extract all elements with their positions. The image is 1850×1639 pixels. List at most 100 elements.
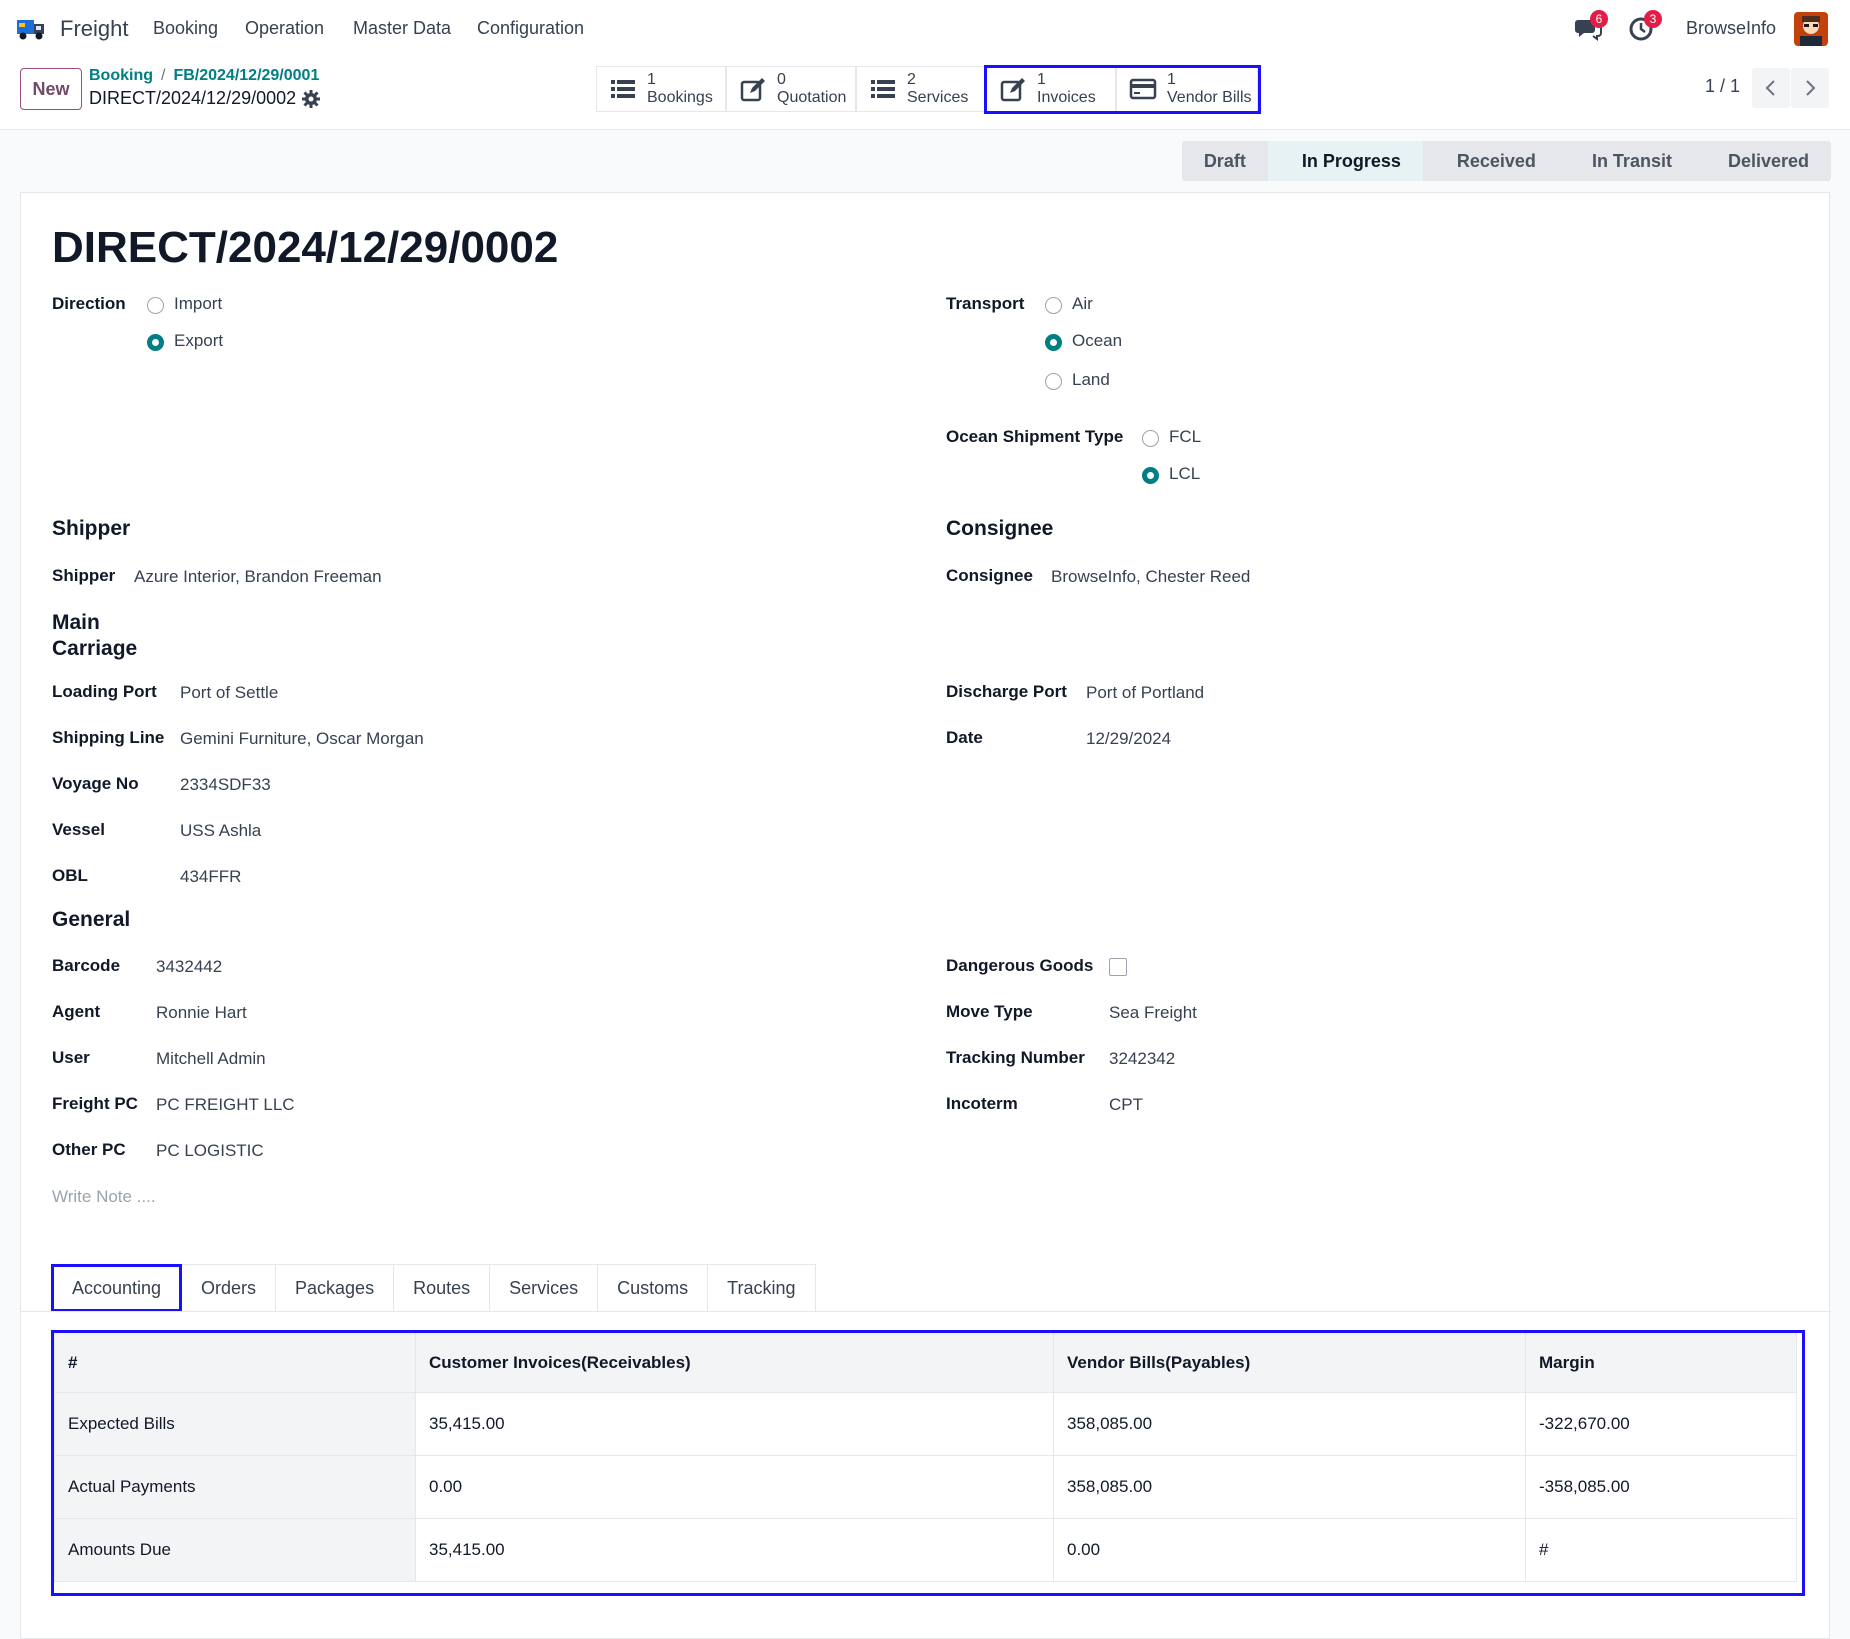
- vessel-label: Vessel: [52, 820, 105, 839]
- table-cell: #: [1525, 1518, 1797, 1582]
- main-carriage-title-line-2: Carriage: [52, 637, 138, 660]
- column-header: Margin: [1525, 1332, 1797, 1393]
- control-panel: New Booking / FB/2024/12/29/0001 DIRECT/20…: [0, 56, 1850, 130]
- tab-services[interactable]: Services: [490, 1264, 599, 1312]
- vendor-bills-smart-button[interactable]: 1 Vendor Bills: [1116, 66, 1258, 112]
- table-cell: 35,415.00: [415, 1518, 1054, 1582]
- date-label: Date: [946, 728, 983, 747]
- barcode-field[interactable]: 3432442: [156, 957, 222, 977]
- incoterm-field[interactable]: CPT: [1109, 1095, 1143, 1115]
- messages-button[interactable]: 6: [1574, 10, 1608, 42]
- tracking-number-label: Tracking Number: [946, 1048, 1085, 1067]
- notebook-tabs: Accounting Orders Packages Routes Servic…: [51, 1264, 816, 1312]
- tab-tracking[interactable]: Tracking: [708, 1264, 816, 1312]
- land-option-label[interactable]: Land: [1072, 370, 1110, 390]
- radio-air[interactable]: [1045, 297, 1062, 314]
- shipper-field[interactable]: Azure Interior, Brandon Freeman: [134, 567, 382, 587]
- column-header: Customer Invoices(Receivables): [415, 1332, 1054, 1393]
- tab-routes[interactable]: Routes: [394, 1264, 491, 1312]
- bookings-smart-button[interactable]: 1 Bookings: [596, 66, 726, 112]
- tab-packages[interactable]: Packages: [276, 1264, 395, 1312]
- table-header-row: # Customer Invoices(Receivables) Vendor …: [54, 1332, 1797, 1393]
- column-header: Vendor Bills(Payables): [1053, 1332, 1526, 1393]
- app-name[interactable]: Freight: [60, 16, 128, 42]
- fcl-option-label[interactable]: FCL: [1169, 427, 1201, 447]
- table-cell: 35,415.00: [415, 1392, 1054, 1456]
- stage-in-transit[interactable]: In Transit: [1557, 141, 1694, 181]
- radio-export[interactable]: [147, 334, 164, 351]
- form-sheet: DIRECT/2024/12/29/0002 Direction Import …: [20, 192, 1831, 1639]
- stage-delivered[interactable]: Delivered: [1693, 141, 1831, 181]
- row-label: Amounts Due: [54, 1518, 416, 1582]
- gear-icon[interactable]: [302, 90, 320, 108]
- date-field[interactable]: 12/29/2024: [1086, 729, 1171, 749]
- obl-field[interactable]: 434FFR: [180, 867, 241, 887]
- table-cell: 358,085.00: [1053, 1392, 1526, 1456]
- breadcrumb-separator: /: [161, 67, 166, 84]
- ocean-option-label[interactable]: Ocean: [1072, 331, 1122, 351]
- shipping-line-field[interactable]: Gemini Furniture, Oscar Morgan: [180, 729, 424, 749]
- top-navbar: Freight Booking Operation Master Data Co…: [0, 0, 1850, 56]
- dangerous-goods-checkbox[interactable]: [1109, 958, 1127, 976]
- tab-customs[interactable]: Customs: [598, 1264, 709, 1312]
- stage-draft[interactable]: Draft: [1181, 141, 1268, 181]
- user-field[interactable]: Mitchell Admin: [156, 1049, 266, 1069]
- pager-next-button[interactable]: [1791, 68, 1829, 108]
- invoices-smart-button[interactable]: 1 Invoices: [986, 66, 1116, 112]
- menu-operation[interactable]: Operation: [245, 18, 324, 39]
- agent-field[interactable]: Ronnie Hart: [156, 1003, 247, 1023]
- menu-configuration[interactable]: Configuration: [477, 18, 584, 39]
- import-option-label[interactable]: Import: [174, 294, 222, 314]
- services-smart-button[interactable]: 2 Services: [856, 66, 986, 112]
- pager-previous-button[interactable]: [1752, 68, 1790, 108]
- bookings-label: Bookings: [647, 89, 713, 106]
- breadcrumb-parent[interactable]: Booking: [89, 67, 153, 84]
- radio-lcl[interactable]: [1142, 467, 1159, 484]
- new-button[interactable]: New: [20, 68, 82, 110]
- stage-received[interactable]: Received: [1422, 141, 1558, 181]
- lcl-option-label[interactable]: LCL: [1169, 464, 1200, 484]
- vessel-field[interactable]: USS Ashla: [180, 821, 261, 841]
- tab-accounting[interactable]: Accounting: [51, 1264, 182, 1312]
- freight-truck-icon[interactable]: [16, 14, 50, 42]
- pencil-square-icon: [1000, 78, 1025, 102]
- radio-fcl[interactable]: [1142, 430, 1159, 447]
- record-title[interactable]: DIRECT/2024/12/29/0002: [52, 223, 558, 273]
- obl-label: OBL: [52, 866, 88, 885]
- table-cell: 358,085.00: [1053, 1455, 1526, 1519]
- voyage-no-field[interactable]: 2334SDF33: [180, 775, 271, 795]
- tab-divider: [21, 1311, 1831, 1312]
- stage-in-progress[interactable]: In Progress: [1267, 141, 1423, 181]
- quotation-smart-button[interactable]: 0 Quotation: [726, 66, 856, 112]
- radio-ocean[interactable]: [1045, 334, 1062, 351]
- services-label: Services: [907, 89, 969, 106]
- discharge-port-field[interactable]: Port of Portland: [1086, 683, 1204, 703]
- general-section-title: General: [52, 908, 131, 931]
- list-icon: [611, 80, 635, 98]
- loading-port-field[interactable]: Port of Settle: [180, 683, 278, 703]
- air-option-label[interactable]: Air: [1072, 294, 1093, 314]
- freight-pc-field[interactable]: PC FREIGHT LLC: [156, 1095, 295, 1115]
- column-header: #: [54, 1332, 416, 1393]
- activities-badge: 3: [1644, 10, 1662, 28]
- user-avatar[interactable]: [1794, 12, 1828, 46]
- ocean-shipment-type-label: Ocean Shipment Type: [946, 427, 1124, 446]
- incoterm-label: Incoterm: [946, 1094, 1018, 1113]
- other-pc-field[interactable]: PC LOGISTIC: [156, 1141, 264, 1161]
- tracking-number-field[interactable]: 3242342: [1109, 1049, 1175, 1069]
- export-option-label[interactable]: Export: [174, 331, 223, 351]
- consignee-field[interactable]: BrowseInfo, Chester Reed: [1051, 567, 1250, 587]
- pager-value[interactable]: 1 / 1: [1705, 76, 1740, 97]
- tab-orders[interactable]: Orders: [182, 1264, 277, 1312]
- radio-land[interactable]: [1045, 373, 1062, 390]
- breadcrumb-link[interactable]: FB/2024/12/29/0001: [173, 67, 319, 84]
- company-switcher[interactable]: BrowseInfo: [1686, 18, 1776, 39]
- quotation-count: 0: [777, 71, 786, 88]
- activities-button[interactable]: 3: [1628, 10, 1662, 42]
- menu-booking[interactable]: Booking: [153, 18, 218, 39]
- menu-master-data[interactable]: Master Data: [353, 18, 451, 39]
- table-cell: -322,670.00: [1525, 1392, 1797, 1456]
- move-type-field[interactable]: Sea Freight: [1109, 1003, 1197, 1023]
- radio-import[interactable]: [147, 297, 164, 314]
- note-field[interactable]: Write Note ....: [52, 1187, 156, 1207]
